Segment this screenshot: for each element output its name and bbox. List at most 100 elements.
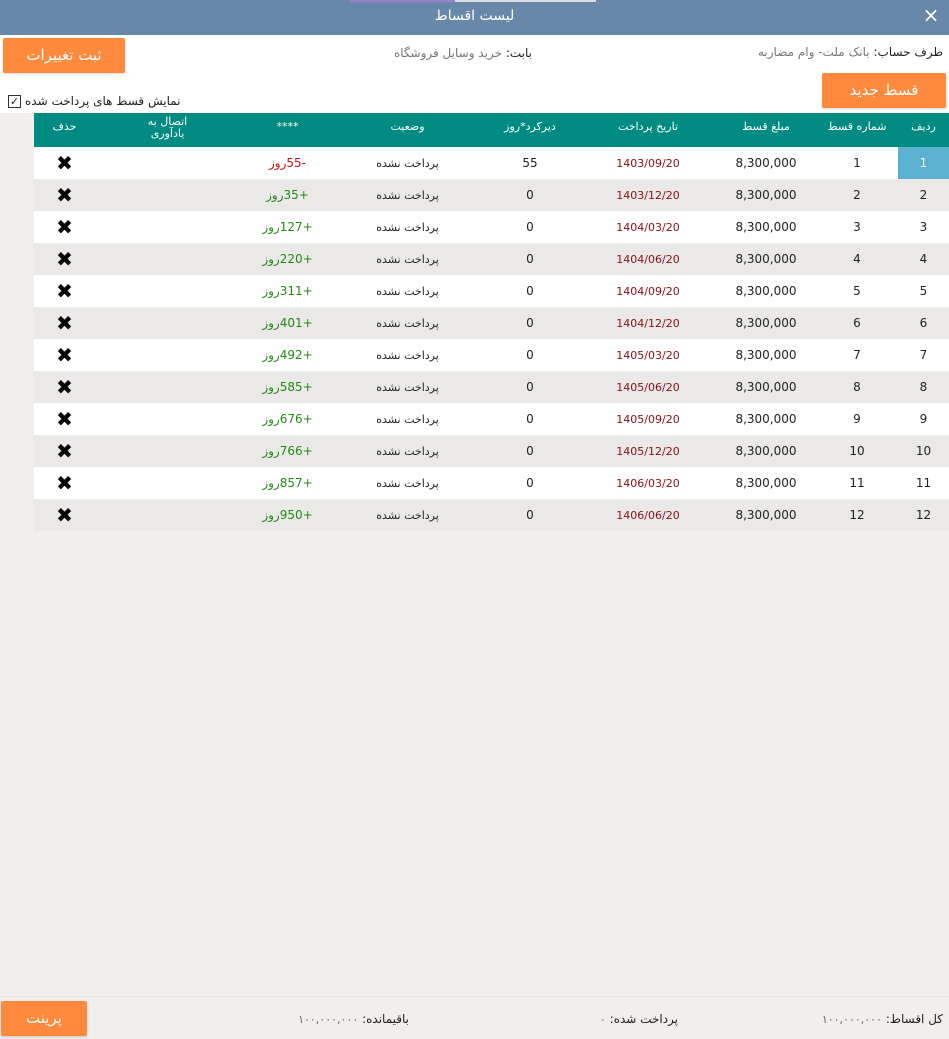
remaining-amount: باقیمانده: ۱۰۰,۰۰۰,۰۰۰ — [298, 1012, 409, 1026]
delete-cell: ✖ — [34, 371, 95, 403]
delay-days-cell: 0 — [526, 284, 534, 298]
installment-number-cell: 6 — [853, 316, 861, 330]
status-cell: پرداخت نشده — [376, 412, 439, 426]
status-cell: پرداخت نشده — [376, 252, 439, 266]
delete-icon[interactable]: ✖ — [56, 503, 73, 527]
col-header-amount: مبلغ قسط — [742, 120, 790, 133]
delete-icon[interactable]: ✖ — [56, 439, 73, 463]
payment-date-cell: 1405/12/20 — [616, 444, 680, 458]
delay-days-cell: 0 — [526, 252, 534, 266]
row-index-cell: 4 — [919, 252, 928, 266]
delay-days-cell: 0 — [526, 380, 534, 394]
days-remaining-cell: -55روز — [268, 156, 306, 170]
table-row[interactable]: 2 2 8,300,000 1403/12/20 0 پرداخت نشده +35روز ✖ — [34, 179, 949, 211]
table-row[interactable]: 11 11 8,300,000 1406/03/20 0 پرداخت نشده +857ر… — [34, 467, 949, 499]
show-paid-label: نمایش قسط های پرداخت شده — [25, 94, 181, 108]
close-icon[interactable]: × — [921, 5, 941, 26]
payment-date-cell: 1406/03/20 — [616, 476, 680, 490]
reminder-link-cell[interactable] — [95, 211, 240, 243]
reminder-link-cell[interactable] — [95, 275, 240, 307]
amount-cell: 8,300,000 — [735, 348, 797, 362]
delete-icon[interactable]: ✖ — [56, 247, 73, 271]
delay-days-cell: 0 — [526, 348, 534, 362]
installment-number-cell: 5 — [853, 284, 861, 298]
installment-number-cell: 4 — [853, 252, 861, 266]
installment-number-cell: 9 — [853, 412, 861, 426]
delete-icon[interactable]: ✖ — [56, 183, 73, 207]
delete-cell: ✖ — [34, 211, 95, 243]
reminder-link-cell[interactable] — [95, 467, 240, 499]
reminder-link-cell[interactable] — [95, 307, 240, 339]
amount-cell: 8,300,000 — [735, 412, 797, 426]
table-row[interactable]: 10 10 8,300,000 1405/12/20 0 پرداخت نشده +766ر… — [34, 435, 949, 467]
col-header-row: ردیف — [911, 120, 936, 133]
reminder-link-cell[interactable] — [95, 339, 240, 371]
delay-days-cell: 0 — [526, 412, 534, 426]
days-remaining-cell: +311روز — [262, 284, 313, 298]
table-row[interactable]: 3 3 8,300,000 1404/03/20 0 پرداخت نشده +127روز… — [34, 211, 949, 243]
print-button[interactable]: پرینت — [1, 1001, 87, 1036]
reminder-link-cell[interactable] — [95, 147, 240, 179]
reminder-link-cell[interactable] — [95, 179, 240, 211]
paid-amount: پرداخت شده: ۰ — [600, 1012, 678, 1026]
delete-icon[interactable]: ✖ — [56, 215, 73, 239]
footer-bar: کل اقساط: ۱۰۰,۰۰۰,۰۰۰ پرداخت شده: ۰ باقی… — [0, 996, 949, 1039]
payment-date-cell: 1406/06/20 — [616, 508, 680, 522]
days-remaining-cell: +127روز — [262, 220, 313, 234]
payment-date-cell: 1405/03/20 — [616, 348, 680, 362]
reminder-link-cell[interactable] — [95, 243, 240, 275]
delete-icon[interactable]: ✖ — [56, 471, 73, 495]
row-index-cell: 1 — [898, 147, 949, 179]
save-changes-button[interactable]: ثبت تغییرات — [3, 38, 125, 73]
show-paid-checkbox[interactable]: ✓ — [8, 94, 21, 108]
delete-cell: ✖ — [34, 339, 95, 371]
amount-cell: 8,300,000 — [735, 444, 797, 458]
delete-icon[interactable]: ✖ — [56, 151, 73, 175]
delay-days-cell: 0 — [526, 316, 534, 330]
delete-icon[interactable]: ✖ — [56, 375, 73, 399]
table-row[interactable]: 4 4 8,300,000 1404/06/20 0 پرداخت نشده +220روز… — [34, 243, 949, 275]
status-cell: پرداخت نشده — [376, 476, 439, 490]
table-row[interactable]: 7 7 8,300,000 1405/03/20 0 پرداخت نشده +492روز… — [34, 339, 949, 371]
reminder-link-cell[interactable] — [95, 371, 240, 403]
table-row[interactable]: 6 6 8,300,000 1404/12/20 0 پرداخت نشده +401روز… — [34, 307, 949, 339]
days-remaining-cell: +35روز — [266, 188, 309, 202]
delay-days-cell: 0 — [526, 476, 534, 490]
row-index-cell: 7 — [919, 348, 928, 362]
table-row[interactable]: 12 12 8,300,000 1406/06/20 0 پرداخت نشده +950ر… — [34, 499, 949, 531]
reminder-link-cell[interactable] — [95, 403, 240, 435]
delete-cell: ✖ — [34, 467, 95, 499]
days-remaining-cell: +585روز — [262, 380, 313, 394]
row-index-cell: 3 — [919, 220, 928, 234]
delete-icon[interactable]: ✖ — [56, 311, 73, 335]
delete-icon[interactable]: ✖ — [56, 343, 73, 367]
status-cell: پرداخت نشده — [376, 348, 439, 362]
amount-cell: 8,300,000 — [735, 316, 797, 330]
subject-label: بابت: — [505, 46, 532, 60]
reminder-link-cell[interactable] — [95, 499, 240, 531]
amount-cell: 8,300,000 — [735, 284, 797, 298]
days-remaining-cell: +950روز — [262, 508, 313, 522]
row-index-cell: 8 — [919, 380, 928, 394]
new-installment-button[interactable]: قسط جدید — [822, 73, 946, 108]
installment-number-cell: 11 — [849, 476, 865, 490]
delete-icon[interactable]: ✖ — [56, 407, 73, 431]
delete-cell: ✖ — [34, 275, 95, 307]
row-index-cell: 9 — [919, 412, 928, 426]
show-paid-toggle[interactable]: نمایش قسط های پرداخت شده ✓ — [8, 94, 181, 108]
table-row[interactable]: 1 1 8,300,000 1403/09/20 55 پرداخت نشده -55روز… — [34, 147, 949, 179]
table-row[interactable]: 8 8 8,300,000 1405/06/20 0 پرداخت نشده +585روز… — [34, 371, 949, 403]
table-row[interactable]: 5 5 8,300,000 1404/09/20 0 پرداخت نشده +311روز… — [34, 275, 949, 307]
delete-cell: ✖ — [34, 403, 95, 435]
installment-number-cell: 3 — [853, 220, 861, 234]
delay-days-cell: 0 — [526, 220, 534, 234]
reminder-link-cell[interactable] — [95, 435, 240, 467]
table-header: ردیف شماره قسط مبلغ قسط تاریخ پرداخت دیر… — [34, 113, 949, 147]
table-row[interactable]: 9 9 8,300,000 1405/09/20 0 پرداخت نشده +676روز… — [34, 403, 949, 435]
installments-table: ردیف شماره قسط مبلغ قسط تاریخ پرداخت دیر… — [34, 113, 949, 531]
row-index-cell: 12 — [915, 508, 932, 522]
installment-number-cell: 12 — [849, 508, 865, 522]
col-header-status: وضعیت — [390, 120, 425, 133]
status-cell: پرداخت نشده — [376, 284, 439, 298]
delete-icon[interactable]: ✖ — [56, 279, 73, 303]
